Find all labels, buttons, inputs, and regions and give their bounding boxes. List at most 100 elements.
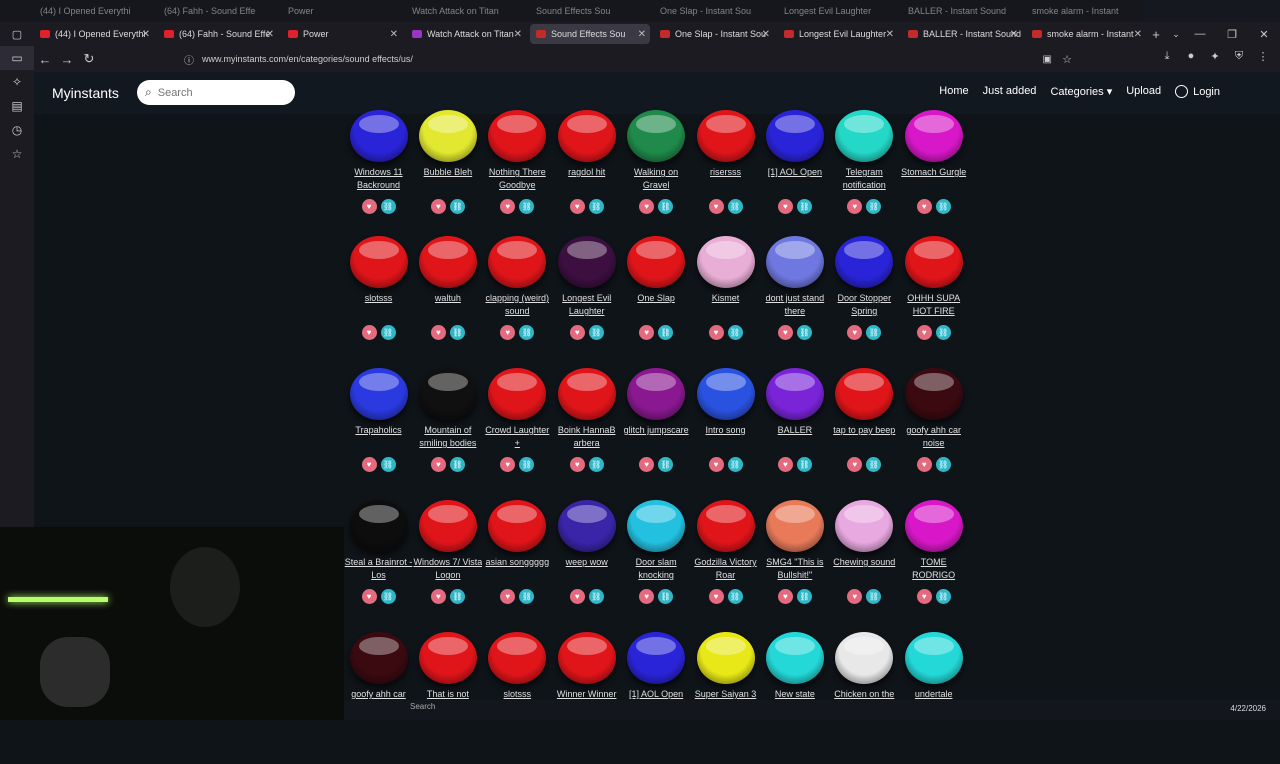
copy-link-icon[interactable]: ⛓: [727, 457, 743, 472]
play-sound-button[interactable]: [765, 632, 824, 684]
favorite-heart-icon[interactable]: ♥: [916, 199, 932, 214]
sound-label-link[interactable]: [1] AOL Open: [760, 166, 829, 193]
sound-label-link[interactable]: Godzilla Victory Roar: [691, 556, 760, 583]
copy-link-icon[interactable]: ⛓: [935, 589, 951, 604]
minimize-icon[interactable]: —: [1184, 28, 1216, 40]
sound-label-link[interactable]: Steal a Brainrot - Los: [344, 556, 413, 583]
play-sound-button[interactable]: [418, 500, 477, 552]
play-sound-button[interactable]: [765, 110, 824, 162]
menu-login[interactable]: Login: [1175, 85, 1220, 98]
copy-link-icon[interactable]: ⛓: [588, 325, 604, 340]
play-sound-button[interactable]: [488, 632, 547, 684]
favorite-heart-icon[interactable]: ♥: [777, 589, 793, 604]
sound-label-link[interactable]: clapping (weird) sound: [483, 292, 552, 319]
copy-link-icon[interactable]: ⛓: [380, 457, 396, 472]
play-sound-button[interactable]: [488, 236, 547, 288]
sound-label-link[interactable]: risersss: [691, 166, 760, 193]
browser-tab[interactable]: Power ✕: [282, 24, 402, 44]
favorite-heart-icon[interactable]: ♥: [569, 589, 585, 604]
sound-label-link[interactable]: Windows 7/ Vista Logon: [413, 556, 482, 583]
copy-link-icon[interactable]: ⛓: [519, 325, 535, 340]
play-sound-button[interactable]: [557, 110, 616, 162]
copy-link-icon[interactable]: ⛓: [866, 589, 882, 604]
copy-link-icon[interactable]: ⛓: [588, 199, 604, 214]
play-sound-button[interactable]: [696, 632, 755, 684]
copy-link-icon[interactable]: ⛓: [658, 325, 674, 340]
copy-link-icon[interactable]: ⛓: [588, 457, 604, 472]
sidebar-toggle-icon[interactable]: ▭: [0, 46, 34, 70]
play-sound-button[interactable]: [835, 110, 894, 162]
play-sound-button[interactable]: [349, 110, 408, 162]
tab-list-icon[interactable]: ▢: [0, 28, 34, 41]
download-icon[interactable]: ⤓: [1158, 50, 1176, 63]
favorite-heart-icon[interactable]: ♥: [777, 325, 793, 340]
sound-label-link[interactable]: Bubble Bleh: [413, 166, 482, 193]
new-tab-button[interactable]: +: [1146, 27, 1166, 42]
favorite-heart-icon[interactable]: ♥: [361, 457, 377, 472]
favorite-heart-icon[interactable]: ♥: [430, 457, 446, 472]
copy-link-icon[interactable]: ⛓: [796, 325, 812, 340]
copy-link-icon[interactable]: ⛓: [866, 199, 882, 214]
close-icon[interactable]: ✕: [1248, 28, 1280, 41]
browser-tab[interactable]: smoke alarm - Instant ✕: [1026, 24, 1146, 44]
browser-tab[interactable]: BALLER - Instant Sound ✕: [902, 24, 1022, 44]
copy-link-icon[interactable]: ⛓: [658, 589, 674, 604]
copy-link-icon[interactable]: ⛓: [796, 457, 812, 472]
favorite-heart-icon[interactable]: ♥: [500, 199, 516, 214]
history-icon[interactable]: ▤: [0, 94, 34, 118]
sound-label-link[interactable]: BALLER: [760, 424, 829, 451]
play-sound-button[interactable]: [627, 632, 686, 684]
browser-tab[interactable]: One Slap - Instant Sou ✕: [654, 24, 774, 44]
play-sound-button[interactable]: [904, 368, 963, 420]
copy-link-icon[interactable]: ⛓: [935, 457, 951, 472]
copy-link-icon[interactable]: ⛓: [380, 325, 396, 340]
favorite-heart-icon[interactable]: ♥: [500, 325, 516, 340]
browser-tab[interactable]: (44) I Opened Everythi ✕: [34, 24, 154, 44]
favorite-heart-icon[interactable]: ♥: [916, 325, 932, 340]
tab-overflow-icon[interactable]: ⌄: [1166, 29, 1186, 40]
sound-label-link[interactable]: TOME RODRIGO: [899, 556, 968, 583]
copy-link-icon[interactable]: ⛓: [658, 457, 674, 472]
clock-icon[interactable]: ◷: [0, 118, 34, 142]
sound-label-link[interactable]: Windows 11 Backround: [344, 166, 413, 193]
sound-label-link[interactable]: Trapaholics: [344, 424, 413, 451]
play-sound-button[interactable]: [557, 500, 616, 552]
favorite-heart-icon[interactable]: ♥: [361, 199, 377, 214]
play-sound-button[interactable]: [349, 500, 408, 552]
tab-close-icon[interactable]: ✕: [266, 29, 274, 40]
extensions-icon[interactable]: ✦: [1206, 50, 1224, 63]
play-sound-button[interactable]: [418, 236, 477, 288]
play-sound-button[interactable]: [557, 632, 616, 684]
favorite-heart-icon[interactable]: ♥: [361, 325, 377, 340]
favorite-heart-icon[interactable]: ♥: [708, 199, 724, 214]
copy-link-icon[interactable]: ⛓: [449, 199, 465, 214]
favorite-heart-icon[interactable]: ♥: [708, 589, 724, 604]
sound-label-link[interactable]: Boink HannaB arbera: [552, 424, 621, 451]
sound-label-link[interactable]: Door Stopper Spring: [830, 292, 899, 319]
play-sound-button[interactable]: [835, 500, 894, 552]
copy-link-icon[interactable]: ⛓: [727, 589, 743, 604]
copy-link-icon[interactable]: ⛓: [380, 199, 396, 214]
favorite-heart-icon[interactable]: ♥: [639, 325, 655, 340]
sound-label-link[interactable]: Stomach Gurgle: [899, 166, 968, 193]
sound-label-link[interactable]: One Slap: [622, 292, 691, 319]
copy-link-icon[interactable]: ⛓: [658, 199, 674, 214]
account-icon[interactable]: ●: [1182, 50, 1200, 63]
ublock-icon[interactable]: ⛨: [1230, 50, 1248, 63]
search-box[interactable]: ⌕: [137, 80, 295, 105]
address-bar[interactable]: ⓘ www.myinstants.com/en/categories/sound…: [176, 48, 1080, 70]
play-sound-button[interactable]: [349, 368, 408, 420]
copy-link-icon[interactable]: ⛓: [588, 589, 604, 604]
copy-link-icon[interactable]: ⛓: [866, 325, 882, 340]
favorite-heart-icon[interactable]: ♥: [708, 325, 724, 340]
favorite-heart-icon[interactable]: ♥: [639, 457, 655, 472]
sound-label-link[interactable]: Chewing sound: [830, 556, 899, 583]
play-sound-button[interactable]: [904, 632, 963, 684]
copy-link-icon[interactable]: ⛓: [449, 457, 465, 472]
play-sound-button[interactable]: [765, 368, 824, 420]
sound-label-link[interactable]: SMG4 "This is Bullshit!": [760, 556, 829, 583]
favorite-heart-icon[interactable]: ♥: [916, 589, 932, 604]
bookmarks-icon[interactable]: ☆: [0, 142, 34, 166]
favorite-heart-icon[interactable]: ♥: [569, 457, 585, 472]
copy-link-icon[interactable]: ⛓: [727, 199, 743, 214]
